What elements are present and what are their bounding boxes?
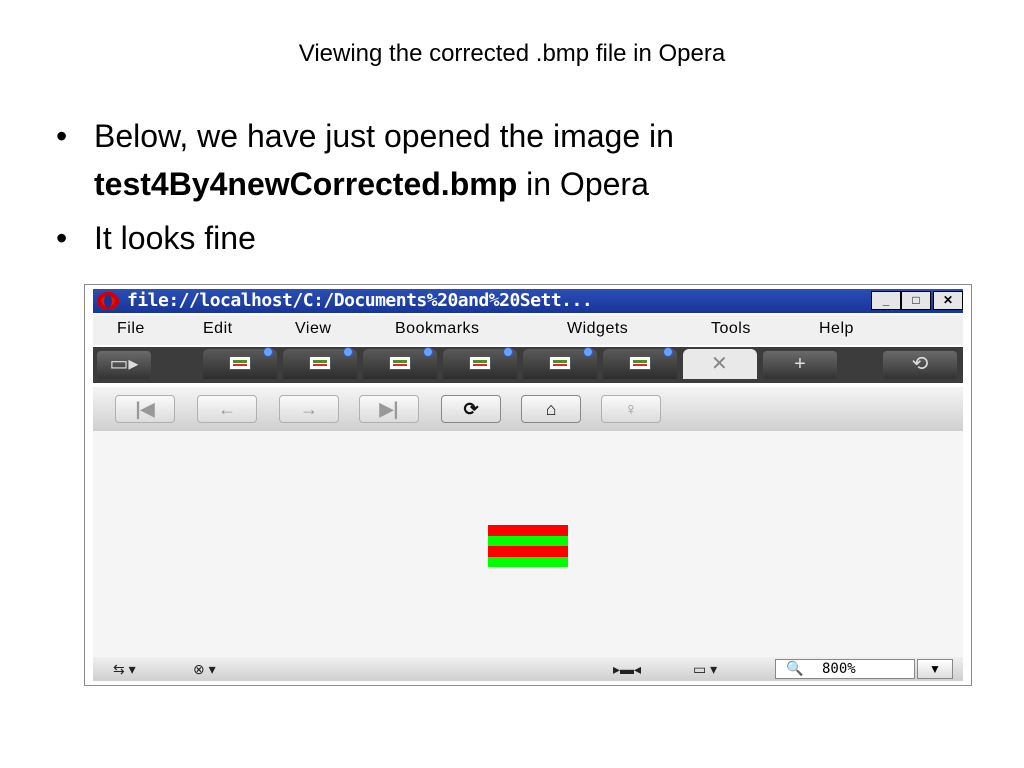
- cookie-icon[interactable]: ⊗ ▾: [193, 661, 216, 678]
- menu-view[interactable]: View: [295, 320, 331, 338]
- navigation-toolbar: |◀ ← → ▶| ⟳ ⌂ ♀: [93, 387, 963, 431]
- zoom-dropdown-button[interactable]: ▼: [917, 659, 953, 679]
- bullet-item: • It looks fine: [56, 214, 956, 262]
- tab[interactable]: [283, 347, 357, 379]
- page-icon: [469, 356, 491, 370]
- pixel-row: [488, 525, 568, 536]
- page-icon: [629, 356, 651, 370]
- tab-dot-icon: [503, 347, 513, 357]
- pixel-row: [488, 535, 568, 546]
- pixel-row: [488, 546, 568, 557]
- tab-active[interactable]: ✕: [683, 349, 757, 379]
- zoom-value: 800%: [822, 661, 856, 677]
- back-button[interactable]: ←: [197, 395, 257, 423]
- bullet-filename: test4By4newCorrected.bmp: [94, 166, 518, 202]
- tab[interactable]: [603, 347, 677, 379]
- panel-icon[interactable]: ▸▬◂: [613, 661, 641, 678]
- page-icon: [229, 356, 251, 370]
- forward-button[interactable]: →: [279, 395, 339, 423]
- close-tab-icon[interactable]: ✕: [711, 351, 728, 376]
- tab-dot-icon: [343, 347, 353, 357]
- tab-dot-icon: [583, 347, 593, 357]
- bullet-marker: •: [56, 220, 68, 256]
- bullet-text: Below, we have just opened the image in: [94, 118, 674, 154]
- minimize-button[interactable]: _: [871, 291, 901, 310]
- window-title: file://localhost/C:/Documents%20and%20Se…: [127, 290, 593, 311]
- opera-logo-icon[interactable]: [97, 292, 119, 310]
- bullet-text: It looks fine: [94, 220, 256, 256]
- bullet-item: • Below, we have just opened the image i…: [56, 112, 956, 208]
- bullet-text-suffix: in Opera: [517, 166, 649, 202]
- page-icon: [309, 356, 331, 370]
- page-icon: [389, 356, 411, 370]
- magnifier-icon: 🔍: [786, 660, 804, 676]
- menu-help[interactable]: Help: [819, 320, 854, 338]
- menu-widgets[interactable]: Widgets: [567, 320, 628, 338]
- fast-forward-button[interactable]: ▶|: [359, 395, 419, 423]
- menu-tools[interactable]: Tools: [711, 320, 751, 338]
- tab-dot-icon: [423, 347, 433, 357]
- bullet-marker: •: [56, 118, 68, 154]
- network-icon[interactable]: ⇆ ▾: [113, 661, 136, 678]
- rewind-button[interactable]: |◀: [115, 395, 175, 423]
- tab[interactable]: [443, 347, 517, 379]
- bitmap-image: [488, 525, 568, 567]
- page-viewport: [93, 431, 963, 657]
- tab[interactable]: [203, 347, 277, 379]
- page-icon: [549, 356, 571, 370]
- view-mode-icon[interactable]: ▭ ▾: [693, 661, 717, 678]
- reload-button[interactable]: ⟳: [441, 395, 501, 423]
- home-button[interactable]: ⌂: [521, 395, 581, 423]
- wand-button[interactable]: ♀: [601, 395, 661, 423]
- slide-title: Viewing the corrected .bmp file in Opera: [298, 40, 726, 67]
- tab[interactable]: [363, 347, 437, 379]
- close-button[interactable]: ✕: [933, 291, 963, 310]
- maximize-button[interactable]: □: [901, 291, 931, 310]
- menu-file[interactable]: File: [117, 320, 145, 338]
- title-bar[interactable]: file://localhost/C:/Documents%20and%20Se…: [93, 289, 963, 313]
- panel-toggle-button[interactable]: ▭▸: [97, 351, 151, 379]
- trash-icon[interactable]: ⟲: [883, 351, 957, 379]
- tab[interactable]: [523, 347, 597, 379]
- tab-dot-icon: [263, 347, 273, 357]
- new-tab-button[interactable]: +: [763, 351, 837, 379]
- browser-window: file://localhost/C:/Documents%20and%20Se…: [84, 284, 972, 686]
- menu-bookmarks[interactable]: Bookmarks: [395, 320, 480, 338]
- tab-dot-icon: [663, 347, 673, 357]
- tab-bar: ▭▸ ✕ + ⟲: [93, 347, 963, 383]
- zoom-field[interactable]: 🔍 800%: [775, 659, 915, 679]
- menu-edit[interactable]: Edit: [203, 320, 233, 338]
- menu-bar: File Edit View Bookmarks Widgets Tools H…: [93, 315, 963, 345]
- status-bar: ⇆ ▾ ⊗ ▾ ▸▬◂ ▭ ▾ 🔍 800% ▼: [93, 657, 963, 681]
- pixel-row: [488, 556, 568, 567]
- bullet-list: • Below, we have just opened the image i…: [56, 112, 956, 268]
